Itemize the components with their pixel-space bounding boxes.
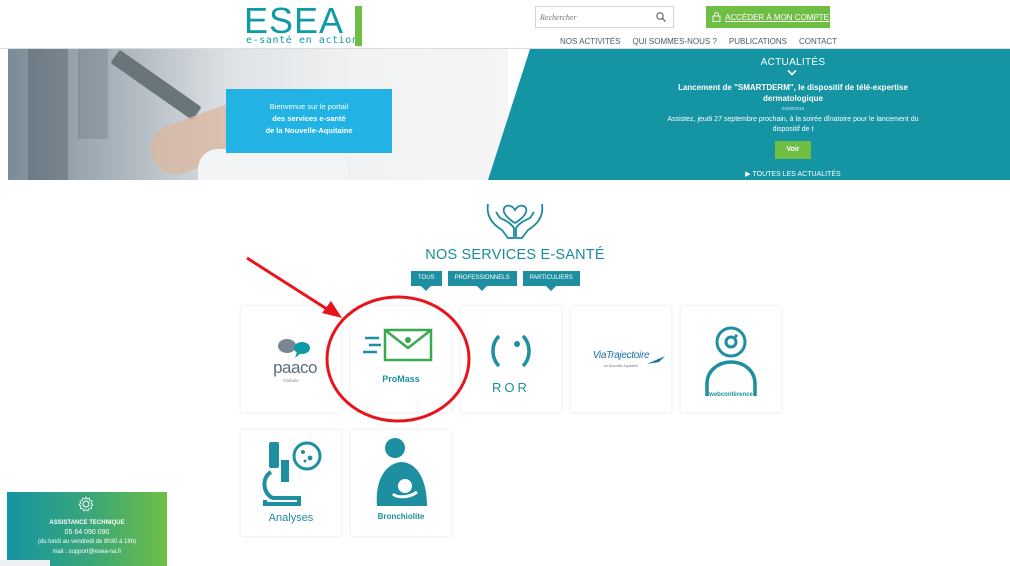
news-date: 04/09/2018 — [781, 106, 805, 111]
arrow-icon — [647, 356, 665, 364]
service-card-webconference[interactable]: webconférence — [681, 306, 781, 412]
assistance-mail[interactable]: mail : support@esea-na.fr — [7, 549, 167, 555]
news-title: ACTUALITÉS — [760, 57, 826, 68]
hero-banner: Bienvenue sur le portail des services e-… — [8, 49, 1010, 180]
voir-button[interactable]: Voir — [775, 141, 811, 159]
lock-icon — [712, 12, 721, 22]
promass-name: ProMass — [382, 374, 420, 384]
service-filters: TOUS PROFESSIONNELS PARTICULIERS — [411, 271, 580, 291]
heart-hands-icon — [486, 203, 544, 239]
microscope-icon — [262, 441, 322, 506]
browser-status-bar — [0, 560, 50, 566]
tablet-shape — [110, 49, 202, 121]
paaco-sub: Globule — [283, 378, 299, 383]
news-body: Assistez, jeudi 27 septembre prochain, à… — [667, 116, 919, 133]
filter-particuliers[interactable]: PARTICULIERS — [522, 271, 580, 291]
service-card-promass[interactable]: ProMass — [351, 306, 451, 412]
mother-child-icon — [376, 438, 427, 506]
shirt-shape — [198, 149, 348, 180]
ror-name: ROR — [492, 380, 530, 395]
search-box — [535, 6, 674, 28]
assistance-phone[interactable]: 05 64 090 090 — [7, 529, 167, 536]
annotation-arrow-line — [246, 256, 331, 313]
webcam-icon — [705, 326, 757, 396]
welcome-line-3: de la Nouvelle-Aquitaine — [265, 126, 353, 135]
analyses-name: Analyses — [268, 512, 314, 524]
filter-professionnels[interactable]: PROFESSIONNELS — [447, 271, 517, 291]
service-card-bronchiolite[interactable]: Bronchiolite — [351, 430, 451, 536]
building-shape — [28, 49, 68, 180]
account-button[interactable]: ACCÉDER À MON COMPTE — [706, 6, 830, 28]
service-card-ror[interactable]: ROR — [461, 306, 561, 412]
search-icon[interactable] — [655, 11, 667, 23]
services-title: NOS SERVICES E-SANTÉ — [425, 247, 605, 263]
logo-side-band — [355, 6, 362, 46]
service-card-viatrajectoire[interactable]: ViaTrajectoire en Nouvelle-Aquitaine — [571, 306, 671, 412]
account-button-label: ACCÉDER À MON COMPTE — [725, 12, 830, 22]
esea-logo[interactable]: ESEA e-santé en action — [244, 0, 362, 48]
welcome-line-1: Bienvenue sur le portail — [269, 102, 349, 111]
nav-item-qui-sommes-nous[interactable]: QUI SOMMES-NOUS ? — [632, 37, 716, 46]
service-card-analyses[interactable]: Analyses — [241, 430, 341, 536]
paaco-name: paaco — [273, 358, 317, 377]
chevron-down-icon — [787, 69, 797, 76]
nav-item-activites[interactable]: NOS ACTIVITÉS — [560, 37, 620, 46]
nav-item-contact[interactable]: CONTACT — [799, 37, 837, 46]
news-headline[interactable]: Lancement de "SMARTDERM", le dispositif … — [658, 82, 928, 104]
bronchiolite-name: Bronchiolite — [377, 512, 425, 521]
gear-icon — [78, 496, 94, 512]
assistance-hours: (du lundi au vendredi de 8h30 à 18h) — [37, 539, 137, 545]
news-panel: ACTUALITÉS Lancement de "SMARTDERM", le … — [488, 49, 1010, 180]
nav-item-publications[interactable]: PUBLICATIONS — [729, 37, 787, 46]
filter-tous[interactable]: TOUS — [411, 271, 442, 291]
logo-tagline: e-santé en action — [246, 35, 359, 46]
service-card-paaco[interactable]: paaco Globule — [241, 306, 341, 412]
building-shape — [78, 49, 108, 139]
ror-logo — [491, 334, 531, 368]
search-input[interactable] — [540, 9, 650, 25]
page: ESEA e-santé en action ACCÉDER À MON COM… — [0, 0, 1010, 566]
all-news-link[interactable]: ▶ TOUTES LES ACTUALITÉS — [738, 170, 848, 178]
envelope-icon — [363, 328, 433, 362]
welcome-line-2: des services e-santé — [272, 114, 346, 123]
welcome-box: Bienvenue sur le portail des services e-… — [226, 89, 392, 153]
assistance-panel[interactable]: ASSISTANCE TECHNIQUE 05 64 090 090 (du l… — [7, 492, 167, 566]
webconference-name: webconférence — [709, 392, 753, 398]
main-nav: NOS ACTIVITÉS QUI SOMMES-NOUS ? PUBLICAT… — [560, 37, 837, 46]
assistance-title: ASSISTANCE TECHNIQUE — [49, 520, 125, 526]
hero-photo: Bienvenue sur le portail des services e-… — [8, 49, 508, 180]
